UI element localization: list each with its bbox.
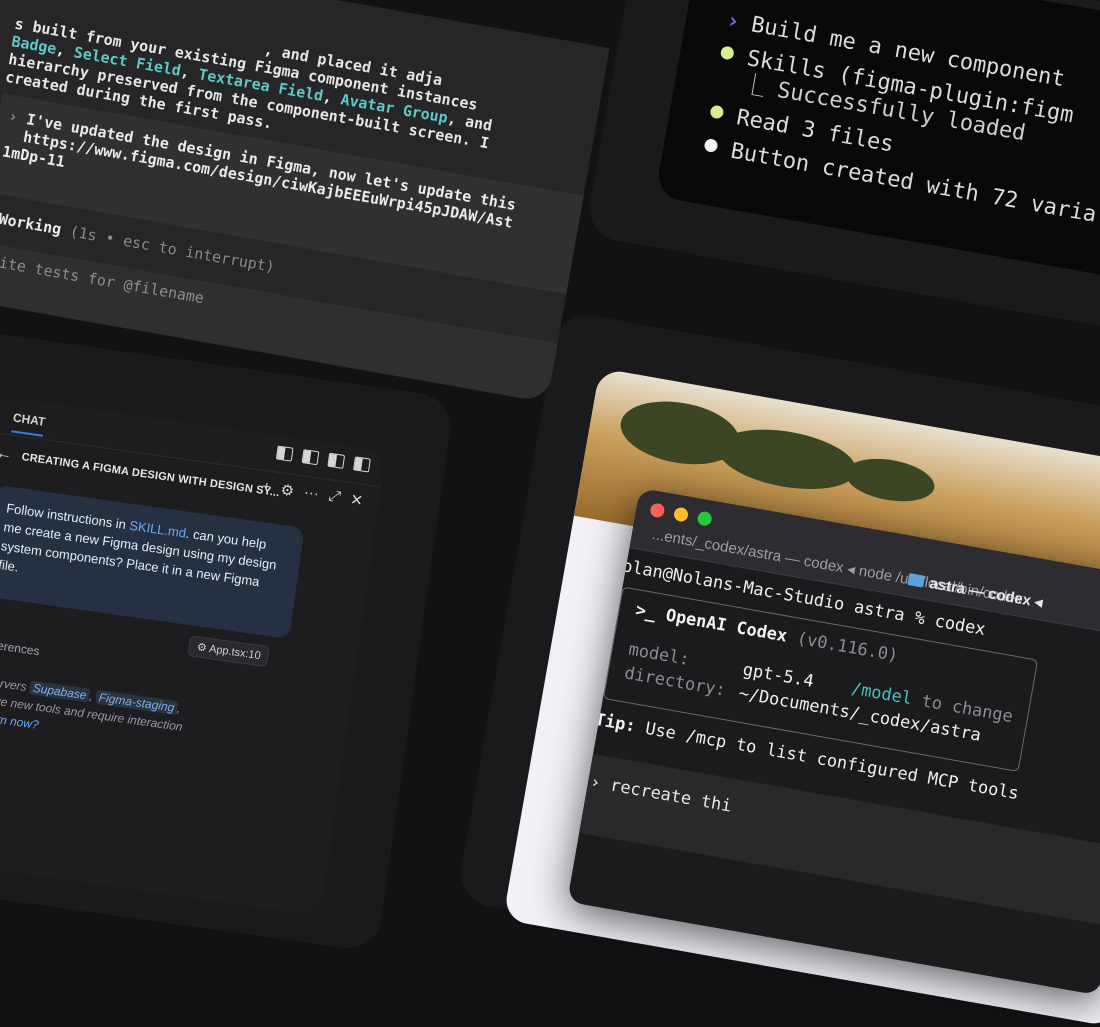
maximize-icon[interactable]: ⤢: [327, 487, 342, 506]
file-reference-chip[interactable]: ⚙ App.tsx:10: [187, 635, 271, 668]
tree-shape: [842, 452, 938, 508]
tab-label: astra — codex ◂: [928, 574, 1044, 612]
close-icon[interactable]: ✕: [349, 490, 364, 510]
zoom-window-button[interactable]: [696, 510, 713, 527]
layout-bottom-icon[interactable]: [327, 452, 346, 469]
working-label: Working: [0, 209, 63, 239]
references-toggle[interactable]: 2 references: [0, 635, 40, 658]
minimize-window-button[interactable]: [672, 506, 690, 523]
layout-sidebar-icon[interactable]: [301, 449, 320, 466]
codex-input-text: › recreate thi: [588, 771, 734, 817]
codex-input[interactable]: › recreate thi: [569, 752, 1100, 929]
status-dot-icon: [719, 45, 735, 61]
tab-terminal-active[interactable]: astra — codex ◂: [907, 570, 1044, 611]
app-version: (v0.116.0): [795, 628, 900, 667]
terminal-prompt-icon: >_: [633, 600, 658, 624]
mcp-notice: CP servers Supabase, Figma-staging, ay h…: [0, 670, 286, 768]
user-message-text: Follow instructions in SKILL.md. can you…: [0, 498, 285, 612]
layout-panel-icon[interactable]: [275, 445, 294, 462]
codex-info-box: >_ OpenAI Codex (v0.116.0) model:gpt-5.4…: [602, 586, 1039, 773]
composer-placeholder: rite tests for @filename: [0, 251, 206, 308]
tab-chat[interactable]: CHAT: [11, 410, 46, 437]
settings-icon[interactable]: ⚙: [279, 480, 295, 500]
tree-shape: [713, 420, 861, 499]
app-name: OpenAI Codex: [664, 605, 789, 647]
terminal-top-left: , and placed it adja s built from your e…: [0, 0, 610, 403]
layout-controls: [275, 445, 371, 473]
more-icon[interactable]: ···: [303, 484, 320, 504]
layout-secondary-icon[interactable]: [353, 456, 371, 473]
references-label: 2 references: [0, 635, 41, 659]
back-arrow-icon[interactable]: ←: [0, 444, 13, 464]
message-text: .: [185, 525, 191, 542]
new-chat-icon[interactable]: +: [261, 478, 272, 497]
file-reference-label: App.tsx:10: [208, 643, 262, 663]
chevron-right-icon: ›: [7, 106, 20, 127]
notice-text: CP servers: [0, 672, 28, 694]
tip-label: Tip:: [593, 709, 638, 737]
folder-icon: [907, 573, 926, 588]
user-message: Follow instructions in SKILL.md. can you…: [0, 484, 305, 639]
gear-icon: ⚙: [196, 641, 208, 655]
prompt-chevron-icon: ›: [724, 8, 742, 35]
close-window-button[interactable]: [649, 502, 666, 519]
terminal-output: › Build me a new component Skills (figma-…: [701, 4, 1100, 233]
status-dot-icon: [703, 137, 719, 154]
chat-panel: CHAT ← CREATING A FIGMA DESIGN WITH DESI…: [0, 395, 387, 917]
status-dot-icon: [709, 104, 725, 120]
